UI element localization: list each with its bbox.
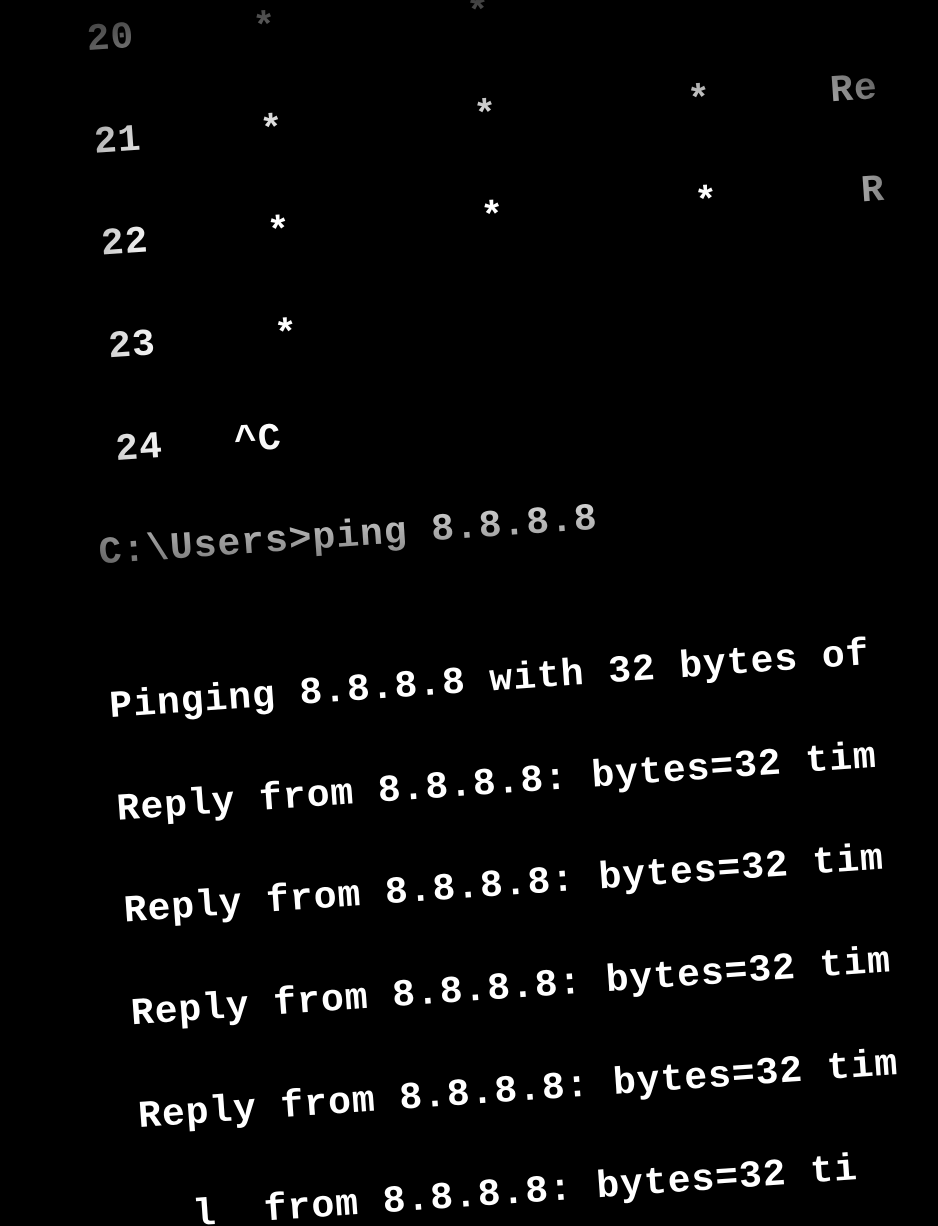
hop-col1: * bbox=[252, 6, 279, 51]
tracert-row: 20 * * * Re bbox=[61, 0, 938, 68]
terminal-output[interactable]: 20 * * * Re 21 * * * Re 22 * * * R 23 * … bbox=[58, 0, 938, 1226]
hop-number: 22 bbox=[76, 221, 150, 269]
command-input[interactable]: ping 8.8.8.8 bbox=[311, 498, 599, 561]
ping-header: Pinging 8.8.8.8 with 32 bytes of bbox=[108, 606, 938, 734]
ping-reply: Reply from 8.8.8.8: bytes=32 tim bbox=[122, 810, 938, 938]
hop-col2: * bbox=[472, 94, 499, 139]
interrupt-signal: ^C bbox=[233, 417, 283, 463]
ping-reply: Reply from 8.8.8.8: bytes=32 tim bbox=[115, 708, 938, 836]
hop-status: Re bbox=[822, 0, 872, 11]
ping-reply: Reply from 8.8.8.8: bytes=32 tim bbox=[129, 913, 938, 1041]
hop-col1: * bbox=[259, 108, 286, 153]
hop-status: Re bbox=[829, 67, 879, 113]
hop-col2: * bbox=[480, 196, 507, 241]
hop-col1: * bbox=[273, 313, 300, 358]
hop-col3: * bbox=[693, 181, 720, 226]
tracert-row: 24 ^C bbox=[90, 350, 938, 478]
hop-col3: * bbox=[679, 0, 706, 21]
hop-number: 21 bbox=[69, 118, 143, 166]
command-line: C:\Users>ping 8.8.8.8 bbox=[97, 452, 938, 580]
tracert-row: 21 * * * Re bbox=[68, 43, 938, 171]
hop-number: 20 bbox=[62, 16, 136, 64]
hop-status: R bbox=[860, 169, 887, 214]
hop-col3: * bbox=[686, 79, 713, 124]
hop-col2: * bbox=[465, 0, 492, 36]
ping-reply: Reply from 8.8.8.8: bytes=32 tim bbox=[136, 1015, 938, 1143]
tracert-row: 22 * * * R bbox=[76, 145, 938, 273]
prompt: C:\Users> bbox=[97, 518, 314, 576]
hop-number: 23 bbox=[83, 323, 157, 371]
hop-number: 24 bbox=[90, 425, 164, 473]
tracert-row: 23 * bbox=[83, 247, 938, 375]
hop-col1: * bbox=[266, 211, 293, 256]
